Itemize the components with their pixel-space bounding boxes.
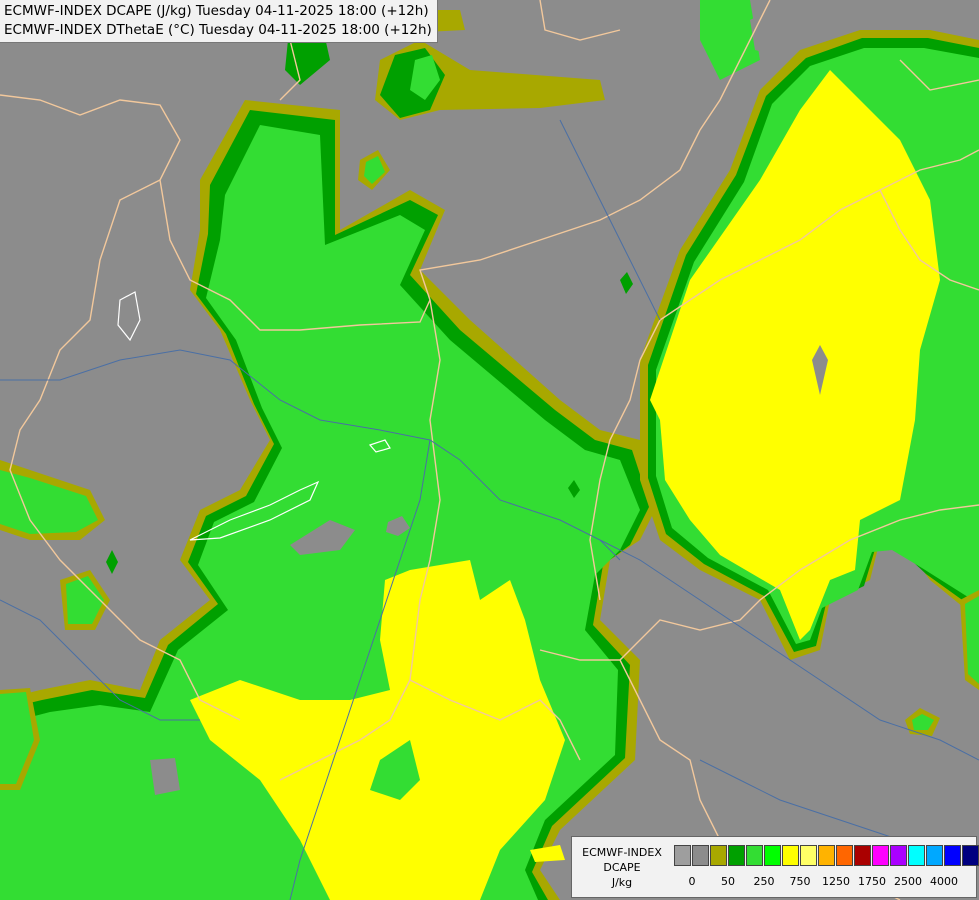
legend-swatch	[944, 845, 961, 866]
weather-map	[0, 0, 979, 900]
legend-swatch	[926, 845, 943, 866]
legend-swatch	[692, 845, 709, 866]
legend-swatch	[782, 845, 799, 866]
legend-swatch	[836, 845, 853, 866]
map-header: ECMWF-INDEX DCAPE (J/kg) Tuesday 04-11-2…	[0, 0, 438, 43]
legend-swatch	[710, 845, 727, 866]
legend-tick-label: 1250	[822, 875, 850, 888]
legend-swatch	[728, 845, 745, 866]
legend-tick-label: 1750	[858, 875, 886, 888]
legend-tick-label: 2500	[894, 875, 922, 888]
legend-tick-label: 4000	[930, 875, 958, 888]
legend-tick-label: 50	[721, 875, 735, 888]
color-legend: ECMWF-INDEX DCAPE J/kg 0 50 250 750 1250 1750…	[571, 836, 979, 898]
header-line-dthetae: ECMWF-INDEX DThetaE (°C) Tuesday 04-11-2…	[4, 22, 432, 38]
legend-swatch	[746, 845, 763, 866]
legend-title: ECMWF-INDEX DCAPE J/kg	[574, 845, 670, 890]
legend-swatch	[872, 845, 889, 866]
legend-swatch	[908, 845, 925, 866]
legend-swatch	[962, 845, 979, 866]
legend-title-model: ECMWF-INDEX	[582, 846, 662, 859]
legend-swatch	[800, 845, 817, 866]
legend-swatches	[674, 845, 979, 866]
header-line-dcape: ECMWF-INDEX DCAPE (J/kg) Tuesday 04-11-2…	[4, 3, 429, 19]
legend-title-unit: J/kg	[611, 876, 633, 889]
legend-tick-label: 250	[753, 875, 775, 888]
legend-tick-label: 750	[789, 875, 811, 888]
legend-swatch	[764, 845, 781, 866]
legend-swatch	[854, 845, 871, 866]
legend-tick-label: 0	[688, 875, 696, 888]
legend-swatch	[818, 845, 835, 866]
legend-title-param: DCAPE	[603, 861, 641, 874]
legend-swatch	[890, 845, 907, 866]
legend-swatch	[674, 845, 691, 866]
